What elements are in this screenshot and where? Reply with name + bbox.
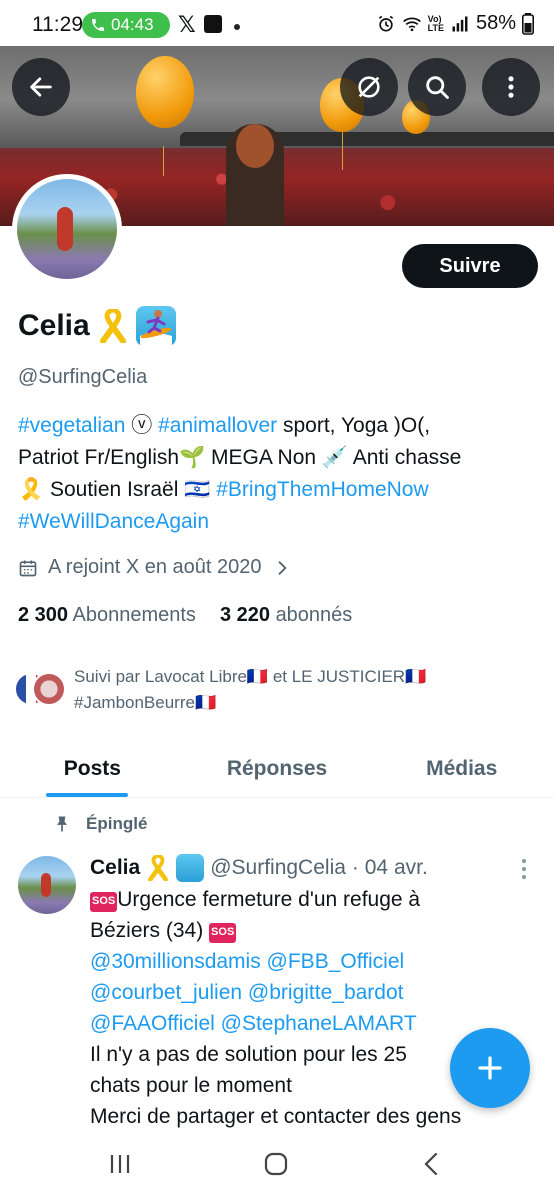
post-line: Merci de partager et contacter des gens [90,1105,462,1128]
following-count: 2 300 [18,604,69,626]
post-author-handle[interactable]: @SurfingCelia [210,856,346,880]
call-indicator[interactable]: 04:43 [82,12,170,38]
following-link[interactable]: 2 300 Abonnements [18,604,196,627]
active-tab-indicator [46,793,128,797]
followed-by[interactable]: Suivi par Lavocat Libre🇫🇷 et LE JUSTICIE… [14,664,544,720]
home-button[interactable] [256,1148,296,1180]
post-author-name[interactable]: Celia [90,856,140,880]
more-notifications-dot [234,24,240,30]
followed-by-avatars [14,672,70,708]
sos-emoji: SOS [90,892,118,912]
display-name: Celia [18,309,90,342]
compose-post-button[interactable] [450,1028,530,1108]
alarm-icon [378,15,393,32]
profile-handle: @SurfingCelia [18,366,148,388]
home-icon [264,1152,288,1176]
hide-icon [358,76,380,98]
joined-date[interactable]: A rejoint X en août 2020 [18,556,292,579]
call-timer: 04:43 [111,15,154,34]
profile-name: Celia [18,306,176,346]
profile-avatar[interactable] [12,174,122,284]
chevron-right-icon [278,560,287,575]
system-navigation-bar [0,1130,554,1200]
followed-by-text: Suivi par Lavocat Libre🇫🇷 et LE JUSTICIE… [74,667,427,712]
followers-label: abonnés [275,604,353,626]
joined-text: A rejoint X en août 2020 [48,556,262,578]
hashtag-link[interactable]: #animallover [158,414,277,437]
banner-person-hair [236,124,274,168]
surfer-icon [176,854,205,882]
phone-icon [92,19,104,31]
avatar [32,672,66,706]
status-icons: Vo) LTE 58% [376,12,534,35]
avatar-photo [17,179,117,279]
yellow-ribbon-icon [148,855,169,881]
followers-count: 3 220 [219,604,270,626]
post-author-avatar[interactable] [18,856,76,914]
post-date: · 04 avr. [351,856,428,879]
profile-tabs: Posts Réponses Médias [0,740,554,798]
status-bar: 11:29 04:43 𝕏 Vo) LTE 58% [0,0,554,46]
mention-links[interactable]: @courbet_julien @brigitte_bardot [90,977,530,1008]
pin-icon [57,816,67,832]
bio-line: 🎗️ Soutien Israël 🇮🇱 #BringThemHomeNow [18,478,429,501]
recent-apps-icon [110,1155,130,1173]
battery-icon [522,12,534,35]
post-header: Celia @SurfingCelia · 04 avr. [90,854,428,882]
plus-icon [478,1056,502,1080]
pinned-label: Épinglé [52,814,147,834]
battery-percent: 58% [475,12,516,34]
yellow-ribbon-icon [99,309,126,343]
following-label: Abonnements [72,604,196,626]
hashtag-link[interactable]: #WeWillDanceAgain [18,510,209,533]
search-button[interactable] [408,58,466,116]
back-button[interactable] [12,58,70,116]
tab-posts[interactable]: Posts [0,740,185,797]
volte-lte-icon: Vo) LTE [427,13,444,33]
recent-apps-button[interactable] [100,1148,140,1180]
mention-links[interactable]: @30millionsdamis @FBB_Officiel [90,946,530,977]
more-vert-icon [508,76,514,98]
search-icon [426,76,449,99]
back-arrow-icon [30,77,52,97]
clock: 11:29 [32,13,83,36]
follow-button[interactable]: Suivre [402,244,538,288]
profile-bio: #vegetalian ⓥ #animallover sport, Yoga )… [18,410,538,538]
followers-link[interactable]: 3 220 abonnés [220,604,352,627]
notification-icon [204,15,222,33]
wifi-icon [402,17,421,31]
tab-media[interactable]: Médias [369,740,554,797]
more-vert-icon[interactable] [520,858,528,880]
tab-replies[interactable]: Réponses [185,740,370,797]
x-app-icon: 𝕏 [178,12,196,37]
signal-icon [452,16,468,31]
back-chevron-icon [424,1152,438,1176]
surfer-icon [135,306,176,346]
post-line: Béziers (34) SOS [90,919,237,943]
calendar-icon [19,560,37,576]
follow-stats: 2 300 Abonnements 3 220 abonnés [18,604,352,627]
mention-links[interactable]: @FAAOfficiel @StephaneLAMART [90,1008,530,1039]
bio-line: #WeWillDanceAgain [18,506,538,538]
hashtag-link[interactable]: #BringThemHomeNow [216,478,428,501]
post-line: SOSUrgence fermeture d'un refuge à [90,888,421,912]
bio-line: #vegetalian ⓥ #animallover sport, Yoga )… [18,414,431,437]
bio-line: Patriot Fr/English🌱 MEGA Non 💉 Anti chas… [18,446,462,469]
more-options-button[interactable] [482,58,540,116]
back-nav-button[interactable] [412,1148,452,1180]
balloon [136,56,194,128]
hide-banner-button[interactable] [340,58,398,116]
sos-emoji: SOS [209,923,237,943]
hashtag-link[interactable]: #vegetalian [18,414,125,437]
